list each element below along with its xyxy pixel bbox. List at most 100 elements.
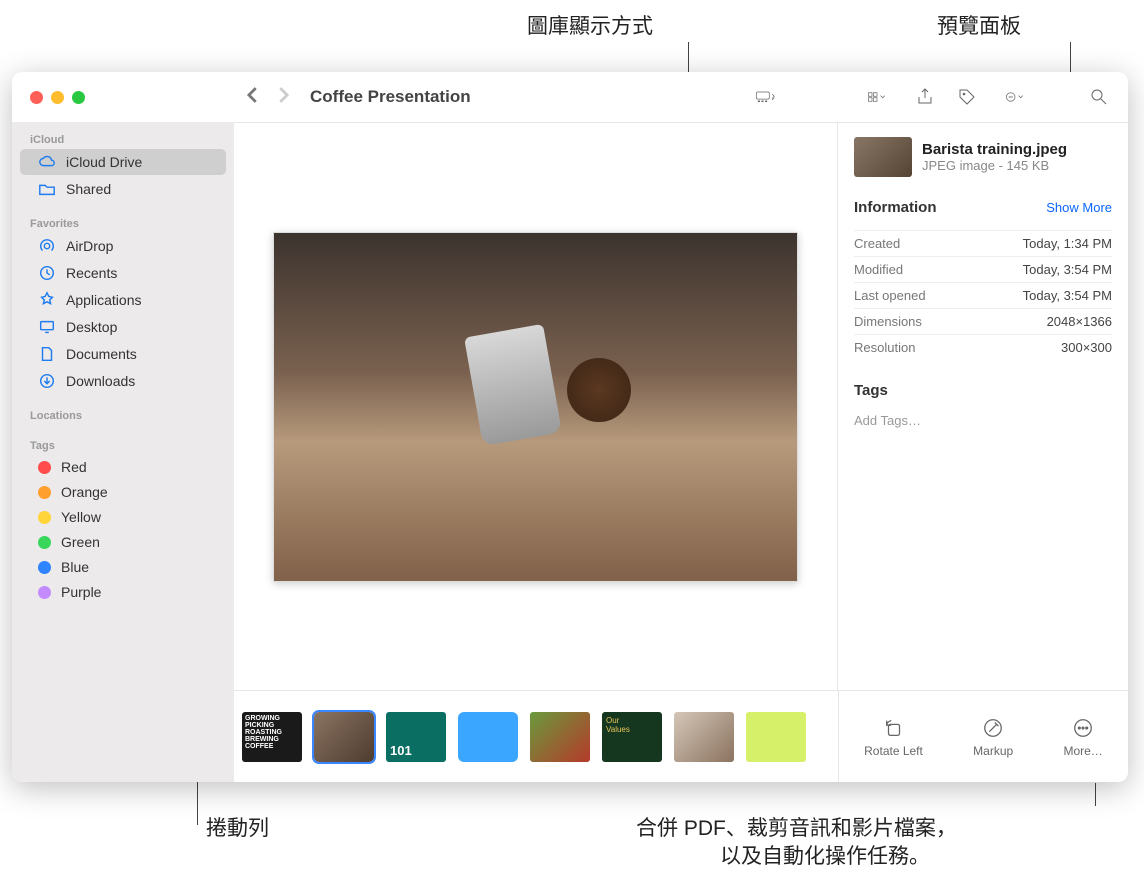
action-label: More… <box>1063 744 1102 758</box>
info-value: Today, 1:34 PM <box>1023 236 1112 251</box>
sidebar-item-label: Green <box>61 534 100 550</box>
thumbnail-item-folder[interactable] <box>458 712 518 762</box>
tag-dot-icon <box>38 536 51 549</box>
annotation-preview-panel: 預覽面板 <box>937 10 1021 40</box>
minimize-button[interactable] <box>51 91 64 104</box>
tag-dot-icon <box>38 586 51 599</box>
airdrop-icon <box>38 237 56 255</box>
sidebar-item-label: Orange <box>61 484 108 500</box>
sidebar-tag-orange[interactable]: Orange <box>20 480 226 504</box>
sidebar-item-label: Desktop <box>66 319 117 335</box>
gallery-preview-area <box>234 123 838 690</box>
rotate-icon <box>882 716 906 740</box>
sidebar-item-label: Blue <box>61 559 89 575</box>
sidebar-tag-red[interactable]: Red <box>20 455 226 479</box>
info-value: Today, 3:54 PM <box>1023 262 1112 277</box>
sidebar-item-label: Shared <box>66 181 111 197</box>
search-button[interactable] <box>1082 84 1116 110</box>
markup-button[interactable]: Markup <box>973 716 1013 758</box>
group-button[interactable] <box>854 84 900 110</box>
annotation-line <box>1095 783 1096 806</box>
sidebar-item-label: Documents <box>66 346 137 362</box>
finder-window: Coffee Presentation iCloud iCloud Drive <box>12 72 1128 782</box>
sidebar-item-icloud-drive[interactable]: iCloud Drive <box>20 149 226 175</box>
thumbnail-strip[interactable]: GROWING PICKING ROASTING BREWING COFFEE … <box>234 700 838 774</box>
add-tags-input[interactable]: Add Tags… <box>854 413 1112 428</box>
close-button[interactable] <box>30 91 43 104</box>
thumbnail-item-selected[interactable] <box>314 712 374 762</box>
info-title: Information <box>854 199 937 216</box>
share-button[interactable] <box>908 84 942 110</box>
thumbnail-item[interactable] <box>674 712 734 762</box>
more-actions-button[interactable] <box>992 84 1038 110</box>
sidebar-tag-yellow[interactable]: Yellow <box>20 505 226 529</box>
info-key: Last opened <box>854 288 926 303</box>
tag-dot-icon <box>38 461 51 474</box>
sidebar-item-label: Yellow <box>61 509 101 525</box>
window-body: iCloud iCloud Drive Shared Favorites Air… <box>12 122 1128 782</box>
selected-file-preview[interactable] <box>273 232 798 582</box>
thumbnail-item[interactable] <box>746 712 806 762</box>
fullscreen-button[interactable] <box>72 91 85 104</box>
bottom-bar: GROWING PICKING ROASTING BREWING COFFEE … <box>234 690 1128 782</box>
sidebar-item-desktop[interactable]: Desktop <box>20 314 226 340</box>
sidebar-section-tags: Tags <box>12 434 234 454</box>
sidebar-item-label: iCloud Drive <box>66 154 142 170</box>
info-section-header: Information Show More <box>854 199 1112 216</box>
sidebar-section-favorites: Favorites <box>12 212 234 232</box>
thumbnail-item[interactable]: Our Values <box>602 712 662 762</box>
sidebar-item-recents[interactable]: Recents <box>20 260 226 286</box>
sidebar: iCloud iCloud Drive Shared Favorites Air… <box>12 122 234 782</box>
preview-thumbnail <box>854 137 912 177</box>
more-icon <box>1071 716 1095 740</box>
info-key: Created <box>854 236 900 251</box>
sidebar-tag-green[interactable]: Green <box>20 530 226 554</box>
tags-button[interactable] <box>950 84 984 110</box>
thumbnail-item[interactable]: 101 <box>386 712 446 762</box>
info-key: Resolution <box>854 340 915 355</box>
preview-file-name: Barista training.jpeg <box>922 141 1067 158</box>
annotation-more-l1: 合併 PDF、裁剪音訊和影片檔案， <box>636 812 957 842</box>
forward-button[interactable] <box>272 84 294 111</box>
folder-title: Coffee Presentation <box>310 87 471 107</box>
gallery-row: Barista training.jpeg JPEG image - 145 K… <box>234 123 1128 690</box>
info-row-resolution: Resolution 300×300 <box>854 334 1112 360</box>
sidebar-item-shared[interactable]: Shared <box>20 176 226 202</box>
cloud-icon <box>38 153 56 171</box>
back-button[interactable] <box>242 84 264 111</box>
sidebar-item-label: Purple <box>61 584 101 600</box>
thumbnail-item[interactable]: GROWING PICKING ROASTING BREWING COFFEE <box>242 712 302 762</box>
info-rows: CreatedToday, 1:34 PM ModifiedToday, 3:5… <box>854 230 1112 360</box>
annotation-line <box>197 805 198 825</box>
sidebar-tag-purple[interactable]: Purple <box>20 580 226 604</box>
info-value: 300×300 <box>1061 340 1112 355</box>
main-content: Barista training.jpeg JPEG image - 145 K… <box>234 122 1128 782</box>
preview-panel: Barista training.jpeg JPEG image - 145 K… <box>838 123 1128 690</box>
sidebar-section-locations: Locations <box>12 404 234 424</box>
markup-icon <box>981 716 1005 740</box>
view-mode-gallery-button[interactable] <box>742 84 788 110</box>
info-value: Today, 3:54 PM <box>1023 288 1112 303</box>
action-label: Rotate Left <box>864 744 923 758</box>
show-more-button[interactable]: Show More <box>1046 200 1112 215</box>
more-button[interactable]: More… <box>1063 716 1102 758</box>
sidebar-item-applications[interactable]: Applications <box>20 287 226 313</box>
thumbnail-item[interactable] <box>530 712 590 762</box>
clock-icon <box>38 264 56 282</box>
sidebar-item-documents[interactable]: Documents <box>20 341 226 367</box>
annotation-scrollbar: 捲動列 <box>206 812 269 842</box>
info-row-created: Created Today, 1:34 PM <box>854 230 1112 256</box>
document-icon <box>38 345 56 363</box>
action-label: Markup <box>973 744 1013 758</box>
sidebar-item-airdrop[interactable]: AirDrop <box>20 233 226 259</box>
tag-dot-icon <box>38 486 51 499</box>
rotate-left-button[interactable]: Rotate Left <box>864 716 923 758</box>
sidebar-item-label: Recents <box>66 265 117 281</box>
desktop-icon <box>38 318 56 336</box>
sidebar-tag-blue[interactable]: Blue <box>20 555 226 579</box>
annotation-more-l2: 以及自動化操作任務。 <box>720 840 930 870</box>
info-row-lastopened: Last opened Today, 3:54 PM <box>854 282 1112 308</box>
sidebar-item-downloads[interactable]: Downloads <box>20 368 226 394</box>
sidebar-item-label: Downloads <box>66 373 135 389</box>
window-controls <box>24 91 234 104</box>
